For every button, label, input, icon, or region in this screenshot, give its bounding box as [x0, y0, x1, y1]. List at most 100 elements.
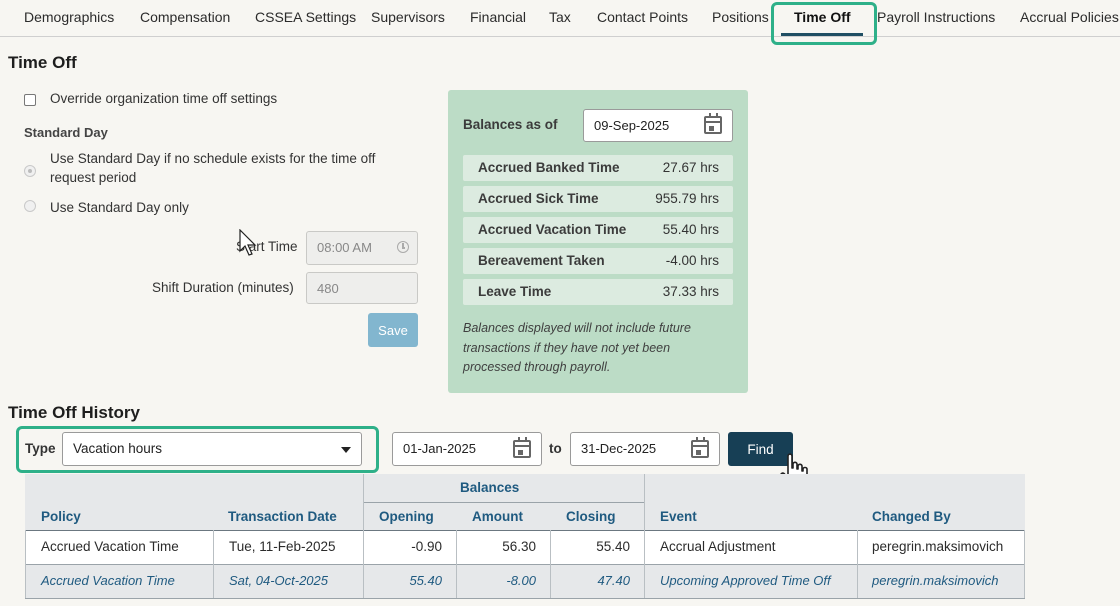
row-divider [25, 598, 1025, 599]
mouse-pointer-icon [239, 229, 257, 256]
active-tab-indicator [781, 33, 863, 36]
tab-positions[interactable]: Positions [712, 9, 769, 25]
balances-note-line: transactions if they have not yet been [463, 340, 671, 355]
from-date-input[interactable]: 01-Jan-2025 [392, 432, 542, 466]
tab-bar: Demographics Compensation CSSEA Settings… [0, 0, 1120, 37]
tab-tax[interactable]: Tax [549, 9, 571, 25]
balances-note-line: processed through payroll. [463, 360, 611, 374]
type-select[interactable]: Vacation hours [62, 432, 362, 466]
balances-note-line: Balances displayed will not include futu… [463, 321, 691, 335]
balances-group-header: Balances [460, 480, 520, 495]
balances-date-value: 09-Sep-2025 [594, 118, 670, 133]
col-amount[interactable]: Amount [472, 509, 523, 524]
clock-icon [397, 241, 409, 253]
from-date-value: 01-Jan-2025 [403, 441, 476, 456]
cell-event: Upcoming Approved Time Off [660, 573, 831, 588]
shift-duration-label: Shift Duration (minutes) [152, 280, 294, 295]
override-label: Override organization time off settings [50, 91, 278, 106]
col-changed-by[interactable]: Changed By [872, 509, 951, 524]
type-select-value: Vacation hours [73, 441, 163, 456]
radio-standard-day-if-no-schedule[interactable] [24, 165, 36, 177]
save-button[interactable]: Save [368, 313, 418, 347]
cell-opening: -0.90 [411, 539, 442, 554]
balances-date-input[interactable]: 09-Sep-2025 [583, 109, 733, 142]
cell-changed-by: peregrin.maksimovich [872, 539, 1004, 554]
cell-policy: Accrued Vacation Time [41, 539, 179, 554]
tab-cssea-settings[interactable]: CSSEA Settings [255, 9, 356, 25]
col-divider [857, 530, 858, 598]
radio-option-2-label: Use Standard Day only [50, 200, 189, 215]
balance-name: Leave Time [478, 284, 552, 299]
balance-value: 55.40 hrs [662, 222, 719, 237]
tab-time-off[interactable]: Time Off [794, 9, 851, 25]
row-divider [25, 564, 1025, 565]
col-divider [644, 474, 645, 598]
col-divider [550, 530, 551, 598]
balance-name: Accrued Sick Time [478, 191, 599, 206]
cell-transaction-date: Sat, 04-Oct-2025 [229, 573, 328, 588]
cell-amount: 56.30 [502, 539, 536, 554]
balance-value: 27.67 hrs [662, 160, 719, 175]
col-divider [1024, 530, 1025, 598]
col-divider [363, 474, 364, 598]
header-divider [25, 530, 1025, 531]
balance-name: Bereavement Taken [478, 253, 605, 268]
time-off-history-title: Time Off History [8, 403, 140, 422]
col-closing[interactable]: Closing [566, 509, 616, 524]
cell-amount: -8.00 [506, 573, 536, 588]
tab-demographics[interactable]: Demographics [24, 9, 114, 25]
tab-contact-points[interactable]: Contact Points [597, 9, 688, 25]
override-checkbox[interactable] [24, 94, 36, 106]
balance-value: 37.33 hrs [662, 284, 719, 299]
cell-event: Accrual Adjustment [660, 539, 776, 554]
tab-financial[interactable]: Financial [470, 9, 526, 25]
radio-standard-day-only[interactable] [24, 200, 36, 212]
chevron-down-icon [341, 447, 351, 453]
col-event[interactable]: Event [660, 509, 697, 524]
start-time-value: 08:00 AM [317, 240, 372, 255]
calendar-icon[interactable] [704, 113, 722, 134]
col-transaction-date[interactable]: Transaction Date [228, 509, 337, 524]
shift-duration-input[interactable]: 480 [306, 272, 418, 304]
cell-closing: 55.40 [596, 539, 630, 554]
tab-payroll-instructions[interactable]: Payroll Instructions [877, 9, 995, 25]
tab-accrual-policies[interactable]: Accrual Policies [1020, 9, 1119, 25]
balance-row: Accrued Banked Time 27.67 hrs [463, 155, 733, 181]
cell-policy: Accrued Vacation Time [41, 573, 175, 588]
to-date-input[interactable]: 31-Dec-2025 [570, 432, 720, 466]
col-divider [25, 530, 26, 598]
balance-value: -4.00 hrs [665, 253, 719, 268]
type-label: Type [25, 441, 56, 456]
col-policy[interactable]: Policy [41, 509, 81, 524]
balance-row: Accrued Vacation Time 55.40 hrs [463, 217, 733, 243]
calendar-icon[interactable] [513, 437, 531, 458]
col-divider [213, 530, 214, 598]
radio-option-1-label-line1: Use Standard Day if no schedule exists f… [50, 151, 376, 166]
tab-compensation[interactable]: Compensation [140, 9, 230, 25]
balance-name: Accrued Banked Time [478, 160, 620, 175]
balances-note: Balances displayed will not include futu… [463, 319, 733, 378]
radio-option-1-label-line2: request period [50, 170, 137, 185]
balance-value: 955.79 hrs [655, 191, 719, 206]
col-opening[interactable]: Opening [379, 509, 434, 524]
tab-supervisors[interactable]: Supervisors [371, 9, 445, 25]
history-table: Balances Policy Transaction Date Opening… [25, 474, 1025, 599]
cell-changed-by: peregrin.maksimovich [872, 573, 999, 588]
balance-name: Accrued Vacation Time [478, 222, 627, 237]
cell-closing: 47.40 [597, 573, 630, 588]
start-time-input[interactable]: 08:00 AM [306, 231, 418, 265]
to-label: to [549, 441, 562, 456]
standard-day-heading: Standard Day [24, 125, 108, 140]
calendar-icon[interactable] [691, 437, 709, 458]
cell-transaction-date: Tue, 11-Feb-2025 [229, 539, 336, 554]
balance-row: Accrued Sick Time 955.79 hrs [463, 186, 733, 212]
balance-row: Leave Time 37.33 hrs [463, 279, 733, 305]
group-header-divider [363, 502, 644, 503]
to-date-value: 31-Dec-2025 [581, 441, 657, 456]
shift-duration-value: 480 [317, 281, 339, 296]
balances-as-of-label: Balances as of [463, 117, 558, 132]
col-divider [456, 530, 457, 598]
balance-row: Bereavement Taken -4.00 hrs [463, 248, 733, 274]
cell-opening: 55.40 [409, 573, 442, 588]
time-off-title: Time Off [8, 53, 77, 72]
